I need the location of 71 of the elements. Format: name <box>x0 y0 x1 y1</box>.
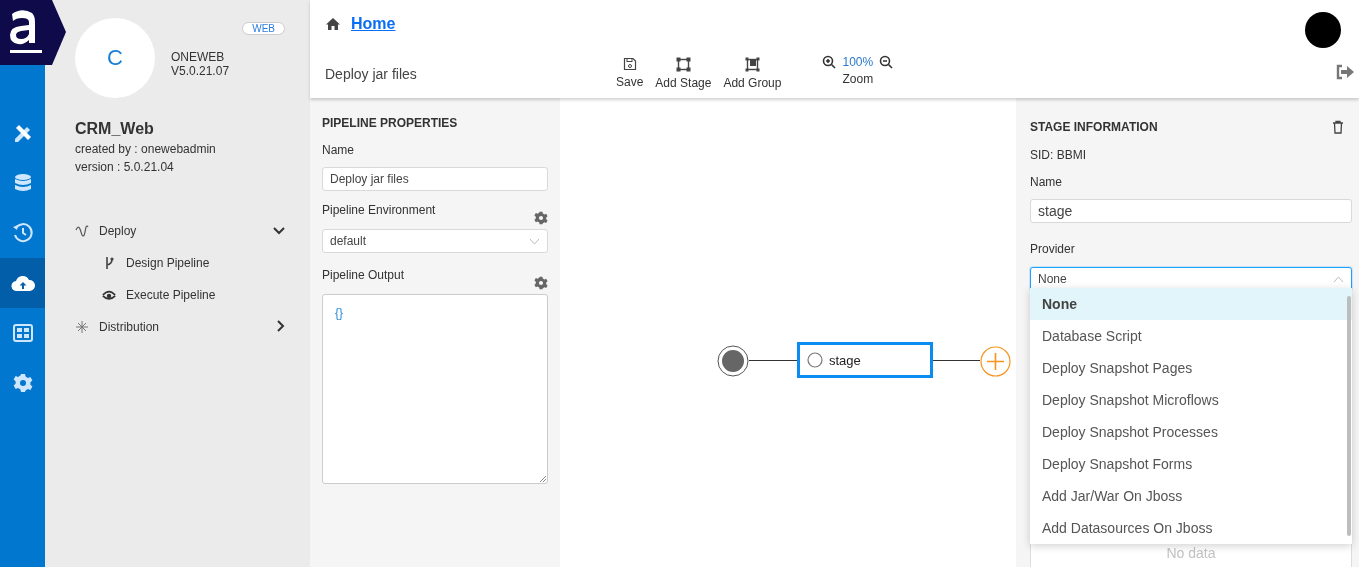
dropdown-option[interactable]: Add Jar/War On Jboss <box>1030 480 1352 512</box>
project-name: CRM_Web <box>75 120 155 138</box>
pencil-ruler-icon[interactable] <box>12 123 33 143</box>
chevron-down-icon <box>529 237 540 245</box>
dropdown-option[interactable]: None <box>1030 288 1352 320</box>
stage-sid: SID: BBMI <box>1030 148 1087 162</box>
dropdown-option[interactable]: Deploy Snapshot Forms <box>1030 448 1352 480</box>
platform-version: ONEWEB V5.0.21.07 <box>171 50 231 78</box>
nav-item[interactable]: Design Pipeline <box>102 247 285 279</box>
sparkle-icon <box>76 321 88 333</box>
project-avatar: C <box>75 18 155 98</box>
name-field[interactable]: stage <box>1030 199 1352 223</box>
section-title: PIPELINE PROPERTIES <box>322 116 459 130</box>
cloud-upload-icon[interactable] <box>10 274 35 292</box>
settings-icon[interactable] <box>534 276 548 290</box>
database-icon[interactable] <box>13 173 32 193</box>
connector-line <box>933 360 980 361</box>
stage-node[interactable]: stage <box>797 342 933 378</box>
scrollbar[interactable] <box>1347 296 1351 536</box>
resize-handle-icon[interactable] <box>539 475 546 482</box>
home-icon[interactable] <box>325 17 341 31</box>
bounding-box-icon <box>675 57 691 72</box>
platform-tag: WEB <box>242 22 285 35</box>
chevron-right-icon[interactable] <box>277 319 285 332</box>
group-box-icon <box>744 57 760 72</box>
zoom-label: Zoom <box>842 72 874 86</box>
project-creator: created by : onewebadmin <box>75 142 217 156</box>
user-avatar[interactable] <box>1305 12 1341 48</box>
dropdown-option[interactable]: Add Datasources On Jboss <box>1030 512 1352 544</box>
nav-item[interactable]: Deploy <box>75 215 285 247</box>
field-label: Name <box>322 143 355 157</box>
chevron-up-icon <box>1333 275 1344 283</box>
logout-icon[interactable] <box>1335 64 1355 80</box>
toolbar-button[interactable]: Add Stage <box>649 57 718 90</box>
eye-icon <box>102 289 116 301</box>
section-title: STAGE INFORMATION <box>1030 120 1158 134</box>
nav-item[interactable]: Distribution <box>75 311 285 343</box>
project-version: version : 5.0.21.04 <box>75 160 175 174</box>
home-link[interactable]: Home <box>351 15 396 33</box>
dropdown-option[interactable]: Deploy Snapshot Microflows <box>1030 384 1352 416</box>
empty-message: No data <box>1166 545 1216 561</box>
settings-icon[interactable] <box>534 211 548 225</box>
field-label: Name <box>1030 175 1063 189</box>
pipeline-title: Deploy jar files <box>325 66 418 82</box>
trash-icon[interactable] <box>1332 120 1344 134</box>
nav-item[interactable]: Execute Pipeline <box>102 279 285 311</box>
dropdown-option[interactable]: Deploy Snapshot Processes <box>1030 416 1352 448</box>
clock-icon[interactable] <box>11 222 34 244</box>
zoom-level: 100% <box>842 55 874 69</box>
dashboard-icon[interactable] <box>12 324 33 342</box>
zoom-in-icon[interactable] <box>822 55 837 69</box>
toolbar-button[interactable]: Add Group <box>717 57 788 90</box>
provider-select[interactable]: None <box>1030 267 1352 291</box>
zoom-out-icon[interactable] <box>879 55 894 69</box>
connector-line <box>749 360 797 361</box>
start-node[interactable] <box>717 345 749 377</box>
wave-icon <box>75 224 89 238</box>
field-label: Pipeline Environment <box>322 203 436 217</box>
dropdown-option[interactable]: Deploy Snapshot Pages <box>1030 352 1352 384</box>
toolbar-button[interactable]: Save <box>610 57 650 89</box>
name-field[interactable]: Deploy jar files <box>322 167 548 191</box>
branch-icon <box>104 256 114 270</box>
stage-label: stage <box>829 352 861 368</box>
environment-select[interactable]: default <box>322 229 548 253</box>
chevron-down-icon[interactable] <box>273 227 285 235</box>
dropdown-option[interactable]: Database Script <box>1030 320 1352 352</box>
circle-icon <box>807 352 823 368</box>
settings-icon[interactable] <box>12 373 33 393</box>
output-field[interactable]: {} <box>322 294 548 484</box>
field-label: Provider <box>1030 242 1076 256</box>
field-label: Pipeline Output <box>322 268 405 282</box>
